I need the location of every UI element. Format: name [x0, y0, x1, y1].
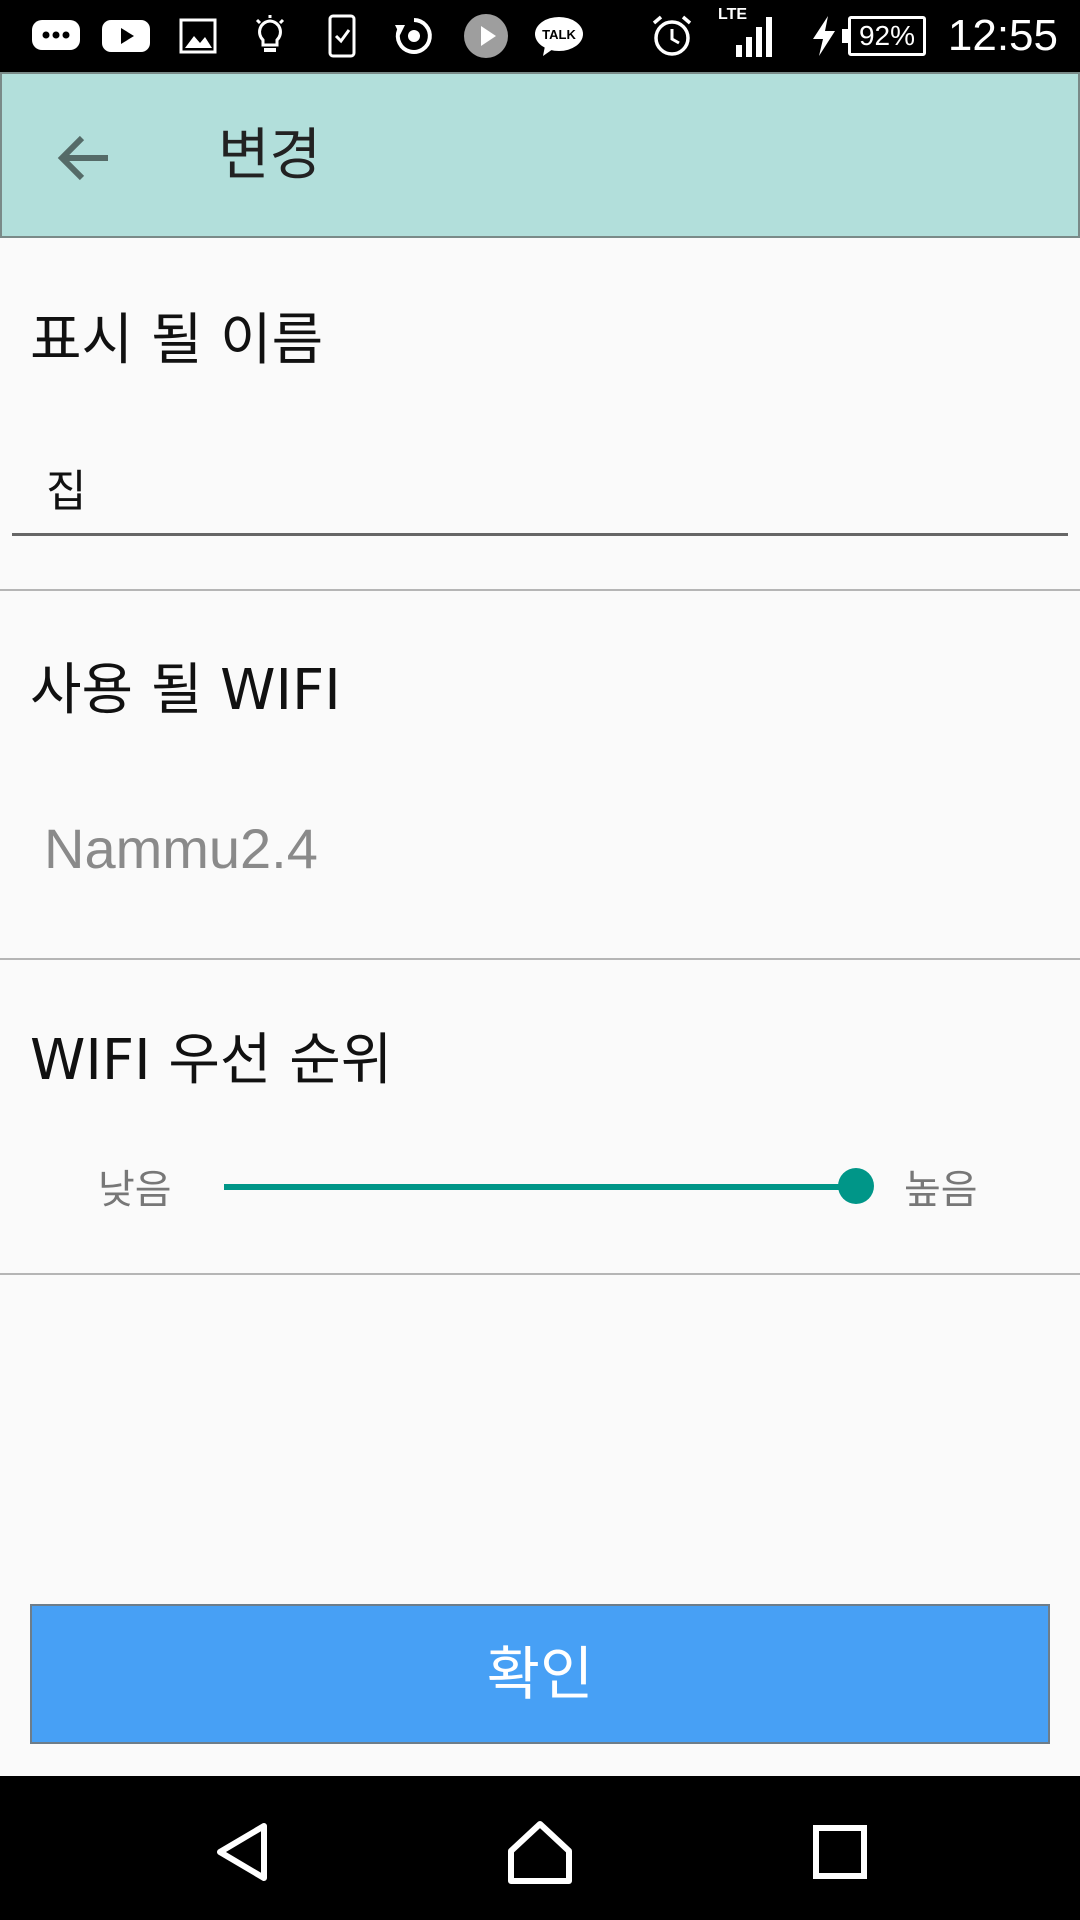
recents-icon [813, 1825, 867, 1879]
wifi-title: 사용 될 WIFI [30, 658, 341, 723]
gallery-icon [176, 14, 220, 58]
priority-slider[interactable] [224, 1160, 874, 1212]
talk-label: TALK [542, 27, 576, 42]
clock: 12:55 [947, 11, 1058, 60]
display-name-title: 표시 될 이름 [30, 308, 324, 373]
confirm-button[interactable]: 확인 [30, 1604, 1050, 1744]
home-icon [508, 1821, 572, 1884]
battery-percent: 92% [858, 20, 916, 51]
arrow-back-icon [57, 135, 108, 181]
page-title: 변경 [218, 123, 322, 188]
priority-low-label: 낮음 [98, 1167, 172, 1213]
app-bar: 변경 [0, 72, 1080, 238]
back-button[interactable] [42, 116, 126, 200]
network-label: LTE [718, 6, 747, 23]
lte-signal-icon: LTE [716, 6, 776, 58]
messenger-icon [28, 14, 84, 58]
divider [0, 589, 1080, 591]
back-triangle-icon [217, 1823, 267, 1881]
nav-home-button[interactable] [500, 1812, 580, 1892]
slider-fill [224, 1184, 856, 1190]
sync-icon [392, 14, 436, 58]
priority-high-label: 높음 [904, 1167, 978, 1213]
phone-check-icon [320, 14, 364, 58]
nav-back-button[interactable] [202, 1812, 282, 1892]
alarm-icon [650, 14, 694, 58]
status-bar: TALK LTE 92% 12:55 [0, 0, 1080, 72]
wifi-value[interactable]: Nammu2.4 [44, 814, 318, 884]
divider [0, 1273, 1080, 1275]
priority-title: WIFI 우선 순위 [30, 1028, 393, 1093]
screen: TALK LTE 92% 12:55 변경 표시 될 이름 사용 될 WIFI … [0, 0, 1080, 1920]
nav-recents-button[interactable] [800, 1812, 880, 1892]
youtube-icon [100, 14, 152, 58]
display-name-input[interactable] [12, 440, 1068, 536]
charging-icon [806, 14, 842, 58]
battery-indicator: 92% [842, 16, 926, 56]
lightbulb-icon [248, 14, 292, 58]
slider-thumb[interactable] [838, 1168, 874, 1204]
play-icon [462, 14, 510, 58]
navigation-bar [0, 1776, 1080, 1920]
kakaotalk-icon: TALK [532, 14, 586, 58]
divider [0, 958, 1080, 960]
